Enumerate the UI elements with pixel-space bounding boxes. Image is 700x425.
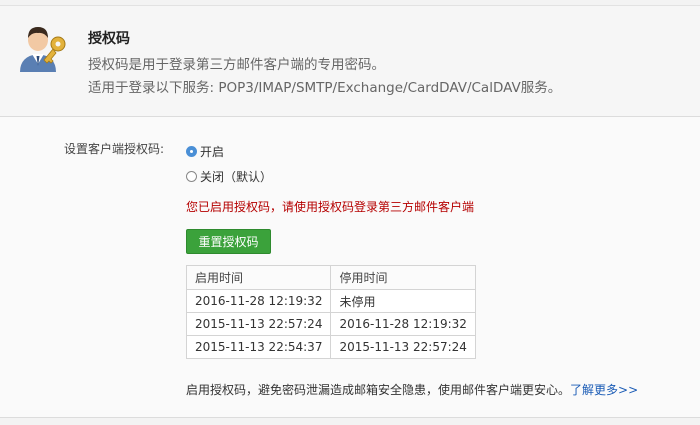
description-line-1: 授权码是用于登录第三方邮件客户端的专用密码。 [88, 57, 385, 73]
table-row: 2015-11-13 22:54:37 2015-11-13 22:57:24 [185, 335, 476, 359]
column-header-enabled: 启用时间 [185, 265, 332, 290]
radio-option-enable[interactable]: 开启 [186, 143, 224, 160]
reset-auth-code-button[interactable]: 重置授权码 [186, 229, 271, 254]
radio-selected-icon[interactable] [186, 146, 197, 157]
footer-note-text: 启用授权码，避免密码泄漏造成邮箱安全隐患，使用邮件客户端更安心。 [186, 383, 571, 397]
radio-option-disable[interactable]: 关闭（默认） [186, 168, 272, 185]
table-cell: 未停用 [330, 289, 476, 313]
table-row: 2016-11-28 12:19:32 未停用 [185, 289, 476, 313]
user-key-icon [20, 27, 66, 72]
table-row: 2015-11-13 22:57:24 2016-11-28 12:19:32 [185, 312, 476, 336]
footer-note: 启用授权码，避免密码泄漏造成邮箱安全隐患，使用邮件客户端更安心。了解更多>> [186, 381, 638, 398]
page-title: 授权码 [88, 31, 130, 47]
radio-unselected-icon[interactable] [186, 171, 197, 182]
table-cell: 2015-11-13 22:54:37 [185, 335, 332, 359]
table-cell: 2016-11-28 12:19:32 [185, 289, 332, 313]
table-cell: 2015-11-13 22:57:24 [330, 335, 476, 359]
status-message: 您已启用授权码，请使用授权码登录第三方邮件客户端 [186, 200, 475, 214]
table-header-row: 启用时间 停用时间 [185, 265, 476, 290]
radio-label-disable: 关闭（默认） [200, 170, 273, 184]
table-cell: 2016-11-28 12:19:32 [330, 312, 476, 336]
setting-label: 设置客户端授权码: [64, 142, 165, 156]
column-header-disabled: 停用时间 [330, 265, 476, 290]
radio-label-enable: 开启 [200, 145, 225, 159]
auth-code-log-table: 启用时间 停用时间 2016-11-28 12:19:32 未停用 2015-1… [185, 265, 476, 359]
description-line-2: 适用于登录以下服务: POP3/IMAP/SMTP/Exchange/CardD… [88, 80, 562, 96]
table-cell: 2015-11-13 22:57:24 [185, 312, 332, 336]
learn-more-link[interactable]: 了解更多>> [570, 383, 638, 397]
